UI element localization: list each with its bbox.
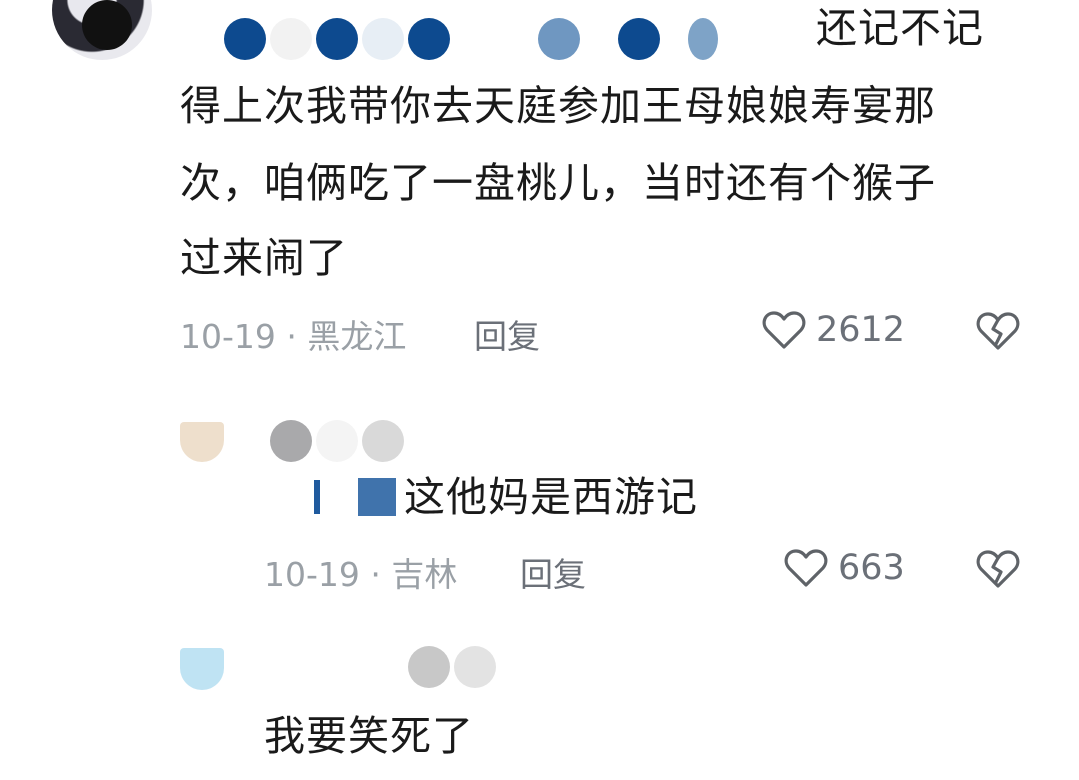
comment-date: 10-19	[264, 555, 360, 594]
like-button[interactable]: 2612	[760, 306, 905, 354]
broken-heart-icon	[976, 550, 1020, 588]
comment-location: 黑龙江	[307, 317, 407, 356]
comment-date: 10-19	[180, 317, 276, 356]
meta-separator: ·	[286, 317, 297, 356]
avatar[interactable]	[180, 422, 224, 462]
comment-text: 这他妈是西游记	[404, 473, 698, 521]
avatar[interactable]	[180, 648, 224, 690]
comment-text: 我要笑死了	[264, 712, 474, 760]
reply-button[interactable]: 回复	[520, 548, 586, 596]
username-obscured[interactable]	[270, 476, 396, 518]
comment-text-line4: 过来闹了	[180, 234, 348, 282]
meta-separator: ·	[370, 555, 381, 594]
comment-text-line2: 得上次我带你去天庭参加王母娘娘寿宴那	[180, 82, 936, 130]
comment-text-line1: 还记不记	[816, 4, 984, 52]
reply-button[interactable]: 回复	[474, 310, 540, 358]
heart-outline-icon	[784, 549, 828, 587]
dislike-button[interactable]	[974, 546, 1022, 596]
heart-outline-icon	[762, 311, 806, 349]
dislike-button[interactable]	[974, 308, 1022, 358]
like-count: 2612	[816, 310, 906, 350]
username-obscured[interactable]	[316, 646, 496, 688]
comment-meta: 10-19 · 吉林	[264, 548, 457, 596]
like-button[interactable]: 663	[782, 544, 905, 592]
comment-text-line3: 次，咱俩吃了一盘桃儿，当时还有个猴子	[180, 159, 936, 207]
username-obscured[interactable]	[180, 18, 718, 60]
comment-meta: 10-19 · 黑龙江	[180, 310, 406, 358]
broken-heart-icon	[976, 312, 1020, 350]
username-obscured[interactable]	[270, 420, 404, 462]
avatar[interactable]	[52, 0, 152, 60]
comment-location: 吉林	[391, 555, 458, 594]
like-count: 663	[838, 548, 905, 588]
